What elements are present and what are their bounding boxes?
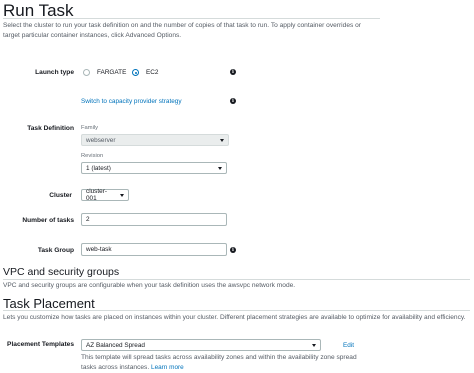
cluster-value: cluster-001	[86, 188, 107, 202]
revision-select[interactable]: 1 (latest)	[81, 162, 227, 174]
learn-more-link[interactable]: Learn more	[151, 364, 184, 371]
family-value: webserver	[86, 136, 116, 144]
task-definition-label: Task Definition	[27, 125, 74, 132]
placement-template-select[interactable]: AZ Balanced Spread	[81, 339, 321, 351]
launch-type-label: Launch type	[35, 69, 74, 76]
family-label: Family	[81, 125, 99, 131]
placement-help-text-1: This template will spread tasks across a…	[81, 354, 357, 361]
caret-down-icon	[220, 139, 224, 142]
cluster-dropdown[interactable]: cluster-001	[81, 188, 129, 202]
cluster-label: Cluster	[49, 192, 72, 199]
vpc-section-title: VPC and security groups	[3, 266, 120, 278]
capacity-provider-link[interactable]: Switch to capacity provider strategy	[81, 98, 182, 105]
task-group-input[interactable]: web-task	[81, 243, 227, 256]
caret-down-icon	[312, 344, 316, 347]
number-of-tasks-input[interactable]: 2	[81, 213, 227, 226]
vpc-description: VPC and security groups are configurable…	[3, 282, 296, 289]
title-divider	[3, 18, 380, 19]
placement-edit-link[interactable]: Edit	[343, 342, 354, 349]
caret-down-icon	[120, 194, 124, 197]
info-icon[interactable]: i	[230, 69, 236, 75]
placement-divider	[3, 310, 470, 311]
launch-type-fargate-radio[interactable]	[83, 69, 90, 76]
task-group-label: Task Group	[37, 247, 74, 254]
family-select[interactable]: webserver	[81, 134, 229, 146]
placement-template-value: AZ Balanced Spread	[86, 341, 145, 349]
revision-label: Revision	[81, 153, 104, 159]
launch-type-fargate-label[interactable]: FARGATE	[97, 69, 126, 76]
launch-type-ec2-radio[interactable]	[132, 69, 139, 76]
info-icon[interactable]: i	[230, 98, 236, 104]
task-placement-title: Task Placement	[3, 296, 95, 311]
number-of-tasks-label: Number of tasks	[22, 217, 74, 224]
caret-down-icon	[218, 167, 222, 170]
revision-value: 1 (latest)	[86, 164, 111, 172]
placement-help-text-2-line: tasks across instances. Learn more	[81, 363, 184, 373]
placement-help-text-2: tasks across instances.	[81, 364, 150, 371]
page-description: Select the cluster to run your task defi…	[3, 22, 361, 39]
placement-templates-label: Placement Templates	[7, 341, 74, 348]
launch-type-ec2-label[interactable]: EC2	[146, 69, 158, 76]
placement-description: Lets you customize how tasks are placed …	[3, 314, 466, 321]
info-icon[interactable]: i	[230, 247, 236, 253]
vpc-divider	[3, 279, 470, 280]
